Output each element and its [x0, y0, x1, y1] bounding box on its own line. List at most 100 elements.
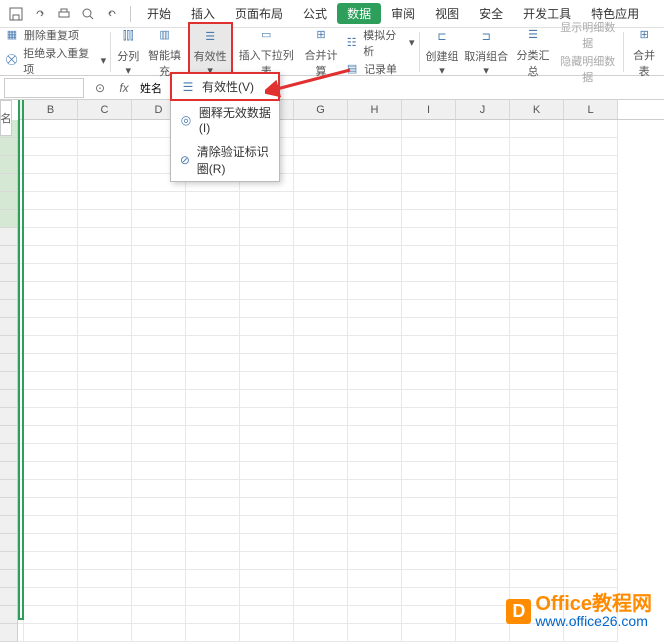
cell[interactable] — [564, 174, 618, 192]
cell[interactable] — [24, 444, 78, 462]
cell[interactable] — [510, 264, 564, 282]
cell[interactable] — [402, 534, 456, 552]
undo-icon[interactable] — [104, 6, 120, 22]
row-header[interactable] — [0, 516, 18, 534]
cell[interactable] — [78, 390, 132, 408]
cell[interactable] — [348, 174, 402, 192]
row-header[interactable] — [0, 192, 18, 210]
cell[interactable] — [348, 372, 402, 390]
cell[interactable] — [24, 480, 78, 498]
redo-icon[interactable] — [32, 6, 48, 22]
remove-duplicates-button[interactable]: ▦ 删除重复项 — [4, 27, 106, 43]
cell[interactable] — [294, 444, 348, 462]
cell[interactable] — [510, 354, 564, 372]
cell[interactable] — [132, 372, 186, 390]
cell[interactable] — [456, 624, 510, 642]
cell[interactable] — [78, 624, 132, 642]
cell[interactable] — [510, 534, 564, 552]
cell[interactable] — [294, 426, 348, 444]
cell[interactable] — [78, 552, 132, 570]
cell[interactable] — [510, 192, 564, 210]
cell[interactable] — [240, 408, 294, 426]
cell[interactable] — [78, 210, 132, 228]
cell[interactable] — [348, 606, 402, 624]
tab-formula[interactable]: 公式 — [293, 0, 337, 28]
cell[interactable] — [402, 192, 456, 210]
cell[interactable] — [186, 552, 240, 570]
cell[interactable] — [78, 192, 132, 210]
cell[interactable] — [186, 444, 240, 462]
cell[interactable] — [240, 588, 294, 606]
cell[interactable] — [456, 138, 510, 156]
cell[interactable] — [24, 516, 78, 534]
cell[interactable] — [78, 228, 132, 246]
cell[interactable] — [240, 264, 294, 282]
cell[interactable] — [240, 480, 294, 498]
cell[interactable] — [78, 354, 132, 372]
cell[interactable] — [294, 300, 348, 318]
cell[interactable] — [186, 570, 240, 588]
cell[interactable] — [240, 246, 294, 264]
row-header[interactable] — [0, 480, 18, 498]
cell[interactable] — [186, 462, 240, 480]
cell[interactable] — [294, 570, 348, 588]
cell[interactable] — [240, 426, 294, 444]
cell[interactable] — [24, 264, 78, 282]
cell[interactable] — [456, 156, 510, 174]
cell[interactable] — [348, 570, 402, 588]
cell[interactable] — [456, 588, 510, 606]
simulate-button[interactable]: ☷ 模拟分析 ▾ — [344, 27, 415, 59]
cell[interactable] — [24, 570, 78, 588]
cell[interactable] — [564, 318, 618, 336]
cell[interactable] — [402, 480, 456, 498]
cell[interactable] — [78, 372, 132, 390]
cell[interactable] — [402, 228, 456, 246]
cell[interactable] — [348, 534, 402, 552]
cell[interactable] — [240, 516, 294, 534]
cell[interactable] — [456, 480, 510, 498]
cell[interactable] — [456, 246, 510, 264]
cell[interactable] — [294, 516, 348, 534]
cell[interactable] — [510, 516, 564, 534]
fb-zoom-icon[interactable]: ⊙ — [90, 78, 110, 98]
cell[interactable] — [294, 228, 348, 246]
cell[interactable] — [294, 174, 348, 192]
cell[interactable] — [348, 552, 402, 570]
cell[interactable] — [456, 390, 510, 408]
cell[interactable] — [402, 210, 456, 228]
cell[interactable] — [294, 372, 348, 390]
cell[interactable] — [294, 534, 348, 552]
cell[interactable] — [456, 336, 510, 354]
cell[interactable] — [564, 336, 618, 354]
cell[interactable] — [132, 426, 186, 444]
cell[interactable] — [186, 318, 240, 336]
cell[interactable] — [78, 282, 132, 300]
cell[interactable] — [564, 480, 618, 498]
cell[interactable] — [564, 570, 618, 588]
cell[interactable] — [186, 408, 240, 426]
cell[interactable] — [402, 552, 456, 570]
cell[interactable] — [24, 156, 78, 174]
col-header-j[interactable]: J — [456, 100, 510, 119]
cell[interactable] — [132, 282, 186, 300]
cell[interactable] — [78, 516, 132, 534]
cell[interactable] — [456, 300, 510, 318]
cell[interactable] — [294, 282, 348, 300]
cell[interactable] — [456, 174, 510, 192]
cell[interactable] — [294, 552, 348, 570]
cell[interactable] — [348, 300, 402, 318]
cell[interactable] — [456, 210, 510, 228]
cell[interactable] — [510, 426, 564, 444]
cell[interactable] — [240, 390, 294, 408]
cell[interactable] — [294, 264, 348, 282]
cell[interactable] — [510, 174, 564, 192]
cell[interactable] — [564, 372, 618, 390]
cell[interactable] — [186, 588, 240, 606]
cell[interactable] — [132, 480, 186, 498]
cell[interactable] — [240, 534, 294, 552]
split-column-button[interactable]: ⫿⫿⫿ 分列▾ — [115, 26, 141, 77]
cell[interactable] — [402, 444, 456, 462]
create-group-button[interactable]: ⊏ 创建组▾ — [424, 26, 461, 77]
cell[interactable] — [24, 588, 78, 606]
cell[interactable] — [294, 480, 348, 498]
